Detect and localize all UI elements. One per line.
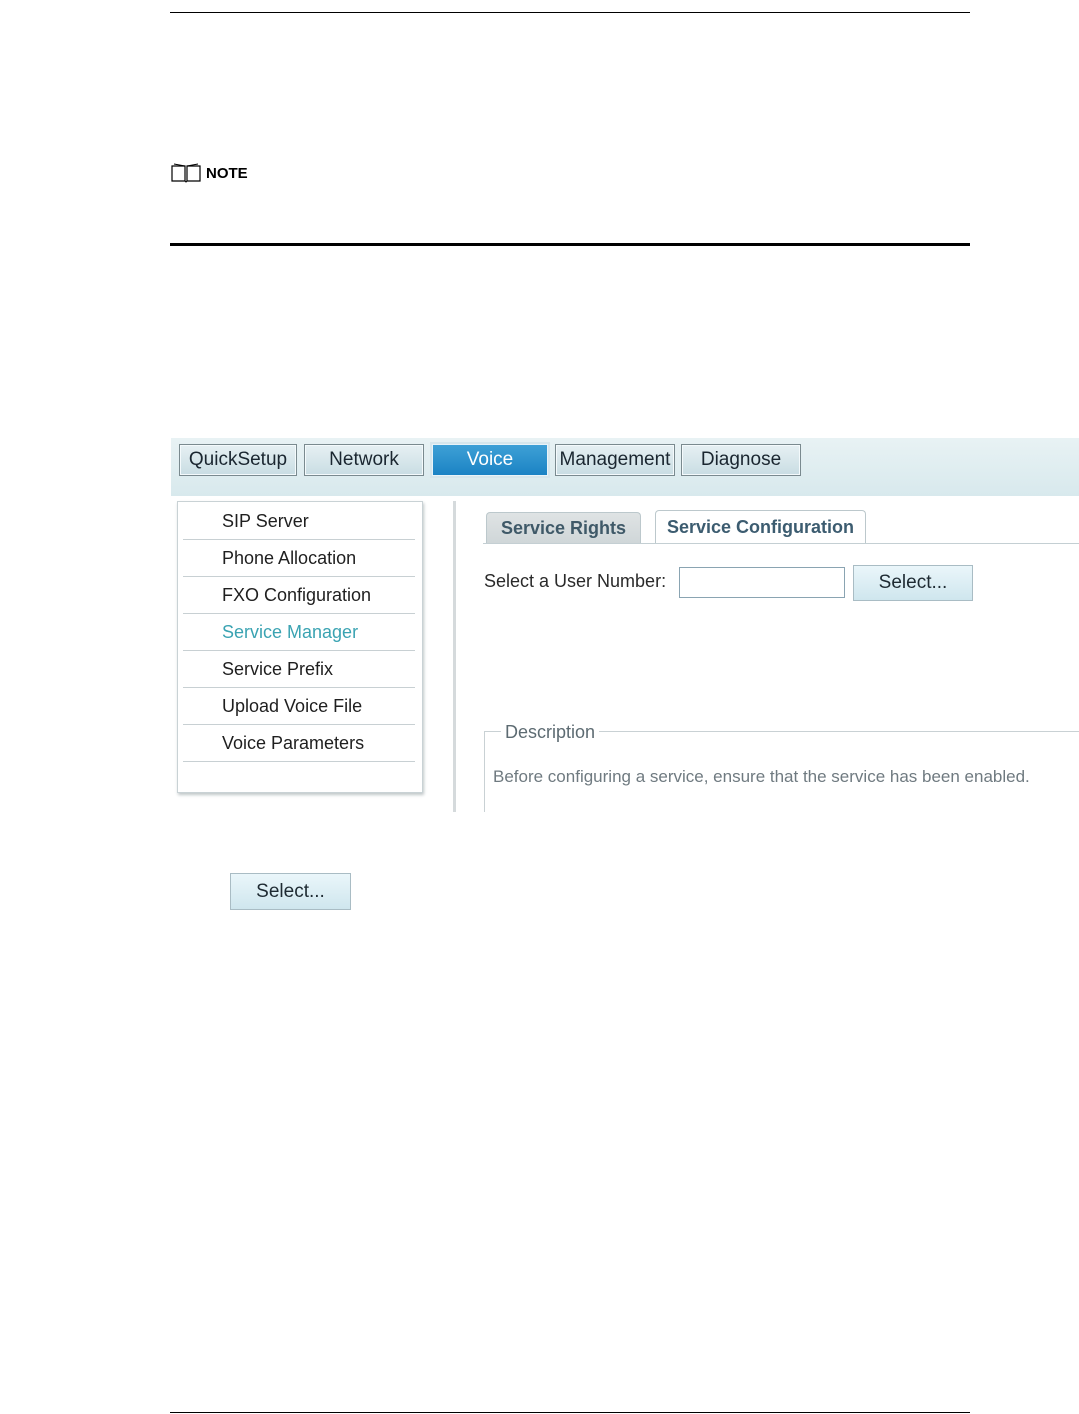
user-number-input[interactable] (679, 567, 845, 598)
menu-tab-voice[interactable]: Voice (432, 444, 548, 476)
select-user-button[interactable]: Select... (853, 565, 973, 601)
note-label: NOTE (206, 164, 248, 182)
tab-strip-baseline (483, 543, 1079, 544)
note-rule (170, 243, 970, 246)
panel-divider (453, 501, 456, 812)
footer-rule (170, 1412, 970, 1413)
sidebar-item-sip-server[interactable]: SIP Server (183, 504, 415, 540)
menu-tab-management[interactable]: Management (555, 444, 675, 476)
user-number-label: Select a User Number: (484, 571, 667, 591)
book-icon (170, 163, 202, 183)
sidebar-item-voice-parameters[interactable]: Voice Parameters (183, 726, 415, 762)
sidebar-item-upload-voice-file[interactable]: Upload Voice File (183, 689, 415, 725)
description-legend: Description (501, 722, 600, 743)
sidebar-item-phone-allocation[interactable]: Phone Allocation (183, 541, 415, 577)
router-web-ui-screenshot: QuickSetup Network Voice Management Diag… (171, 438, 1079, 812)
sidebar-item-service-manager[interactable]: Service Manager (183, 615, 415, 651)
menu-tab-quicksetup[interactable]: QuickSetup (179, 444, 297, 476)
tab-service-configuration[interactable]: Service Configuration (655, 510, 866, 544)
sidebar-item-fxo-configuration[interactable]: FXO Configuration (183, 578, 415, 614)
description-text: Before configuring a service, ensure tha… (493, 767, 1030, 786)
top-menu-bar: QuickSetup Network Voice Management Diag… (171, 438, 1079, 496)
sidebar-item-service-prefix[interactable]: Service Prefix (183, 652, 415, 688)
voice-sidebar: SIP Server Phone Allocation FXO Configur… (177, 501, 423, 793)
header-rule (170, 12, 970, 13)
menu-tab-diagnose[interactable]: Diagnose (681, 444, 801, 476)
tab-service-rights[interactable]: Service Rights (486, 512, 641, 544)
select-button-illustration[interactable]: Select... (230, 873, 351, 910)
menu-tab-network[interactable]: Network (304, 444, 424, 476)
note-heading: NOTE (170, 163, 248, 183)
